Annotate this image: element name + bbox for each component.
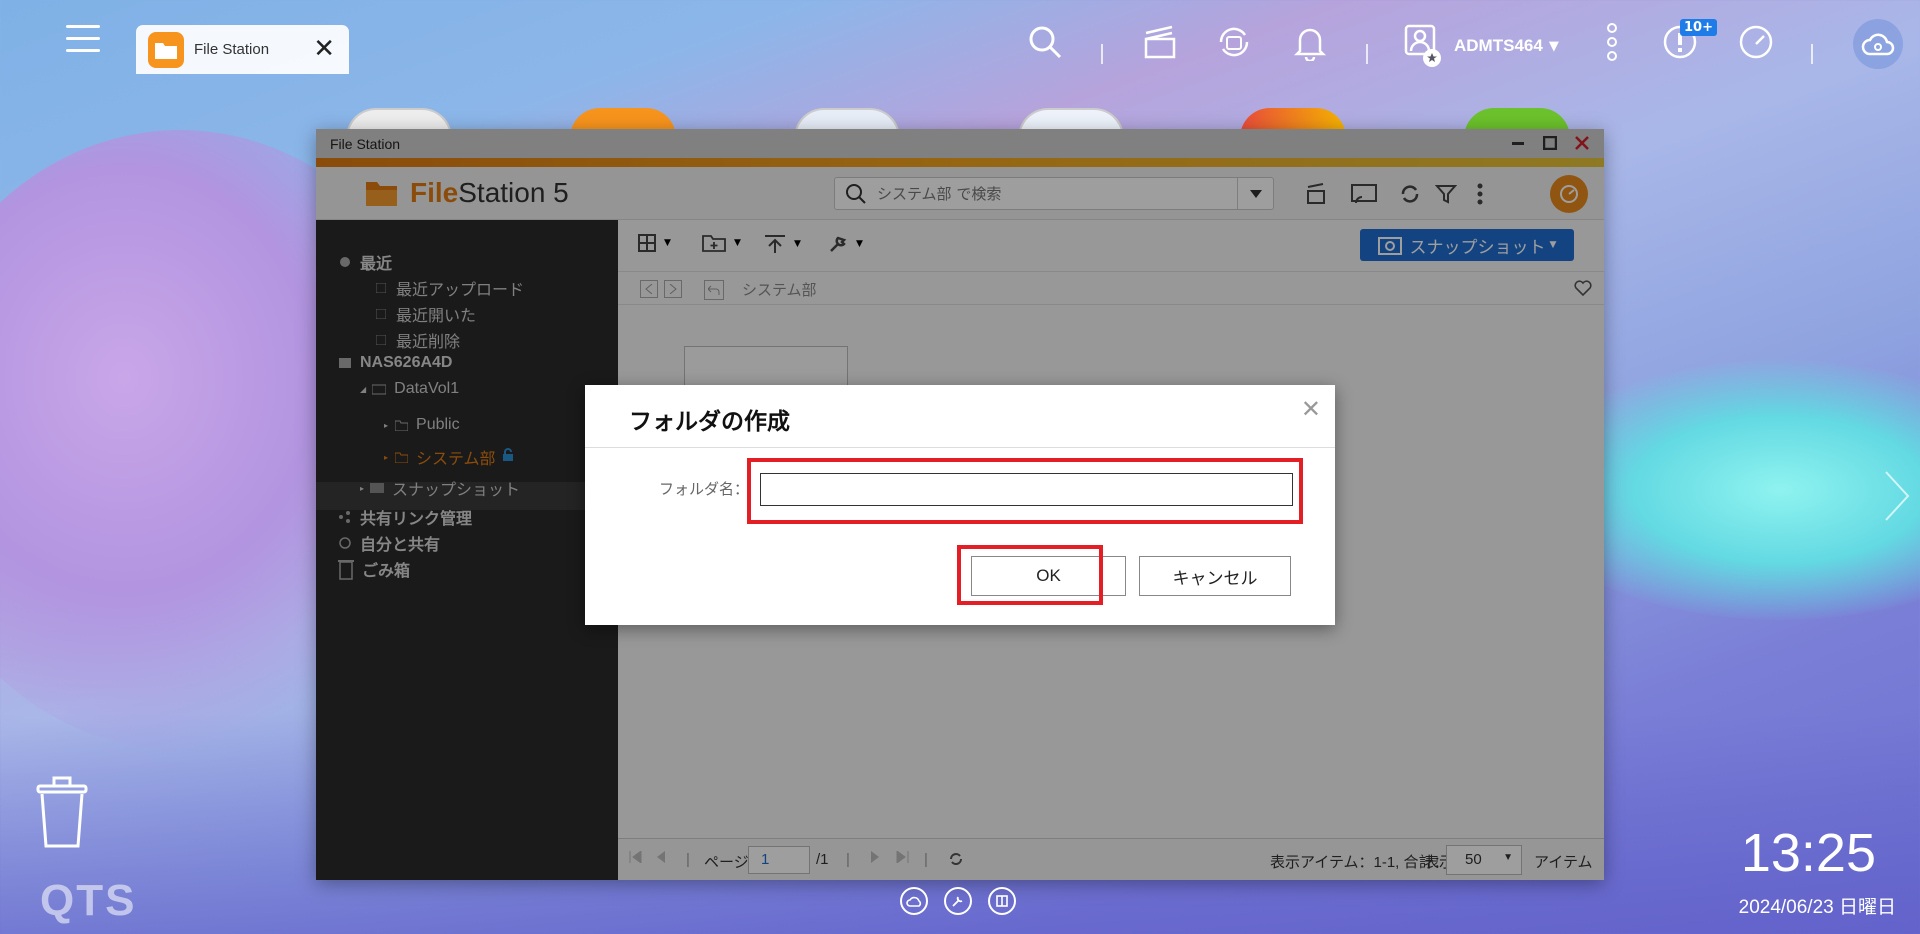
search-icon[interactable] xyxy=(1025,22,1065,62)
create-folder-dialog: フォルダの作成 ✕ フォルダ名： OK キャンセル xyxy=(585,385,1335,625)
trash-icon[interactable] xyxy=(34,776,90,854)
cloud-icon[interactable] xyxy=(1853,19,1903,69)
highlight-box xyxy=(957,545,1103,605)
chevron-down-icon: ▼ xyxy=(1548,38,1559,54)
folder-name-input[interactable] xyxy=(760,473,1293,506)
top-bar: File Station ✕ ADMTS464 ▼ 10+ xyxy=(0,0,1920,76)
username: ADMTS464 xyxy=(1454,36,1543,55)
clock-date: 2024/06/23 日曜日 xyxy=(1738,897,1896,918)
tools-icon[interactable] xyxy=(944,887,972,915)
user-menu[interactable]: ADMTS464 ▼ xyxy=(1404,24,1559,68)
close-icon[interactable]: ✕ xyxy=(1301,395,1321,424)
cancel-button[interactable]: キャンセル xyxy=(1139,556,1291,596)
clock-time: 13:25 xyxy=(1740,823,1876,883)
taskbar-app-label: File Station xyxy=(194,41,270,58)
brand-logo: QTS xyxy=(40,876,137,925)
taskbar-file-station[interactable]: File Station ✕ xyxy=(136,25,349,74)
main-menu-icon[interactable] xyxy=(66,25,100,59)
book-icon[interactable] xyxy=(988,887,1016,915)
dialog-title: フォルダの作成 xyxy=(629,408,790,434)
folder-icon xyxy=(148,31,184,68)
background-task-icon[interactable] xyxy=(1140,22,1180,62)
cloud-icon[interactable] xyxy=(900,887,928,915)
dock xyxy=(900,887,1016,915)
notification-badge: 10+ xyxy=(1680,19,1717,36)
notification-icon[interactable] xyxy=(1290,22,1330,62)
resource-monitor-icon[interactable] xyxy=(1736,22,1776,62)
sync-icon[interactable] xyxy=(1214,22,1254,62)
close-icon[interactable]: ✕ xyxy=(313,35,335,63)
chevron-right-icon[interactable] xyxy=(1884,470,1910,526)
user-icon xyxy=(1404,24,1441,67)
folder-name-label: フォルダ名： xyxy=(659,481,750,498)
dialog-header: フォルダの作成 ✕ xyxy=(585,385,1335,448)
more-options-icon[interactable] xyxy=(1592,22,1632,62)
